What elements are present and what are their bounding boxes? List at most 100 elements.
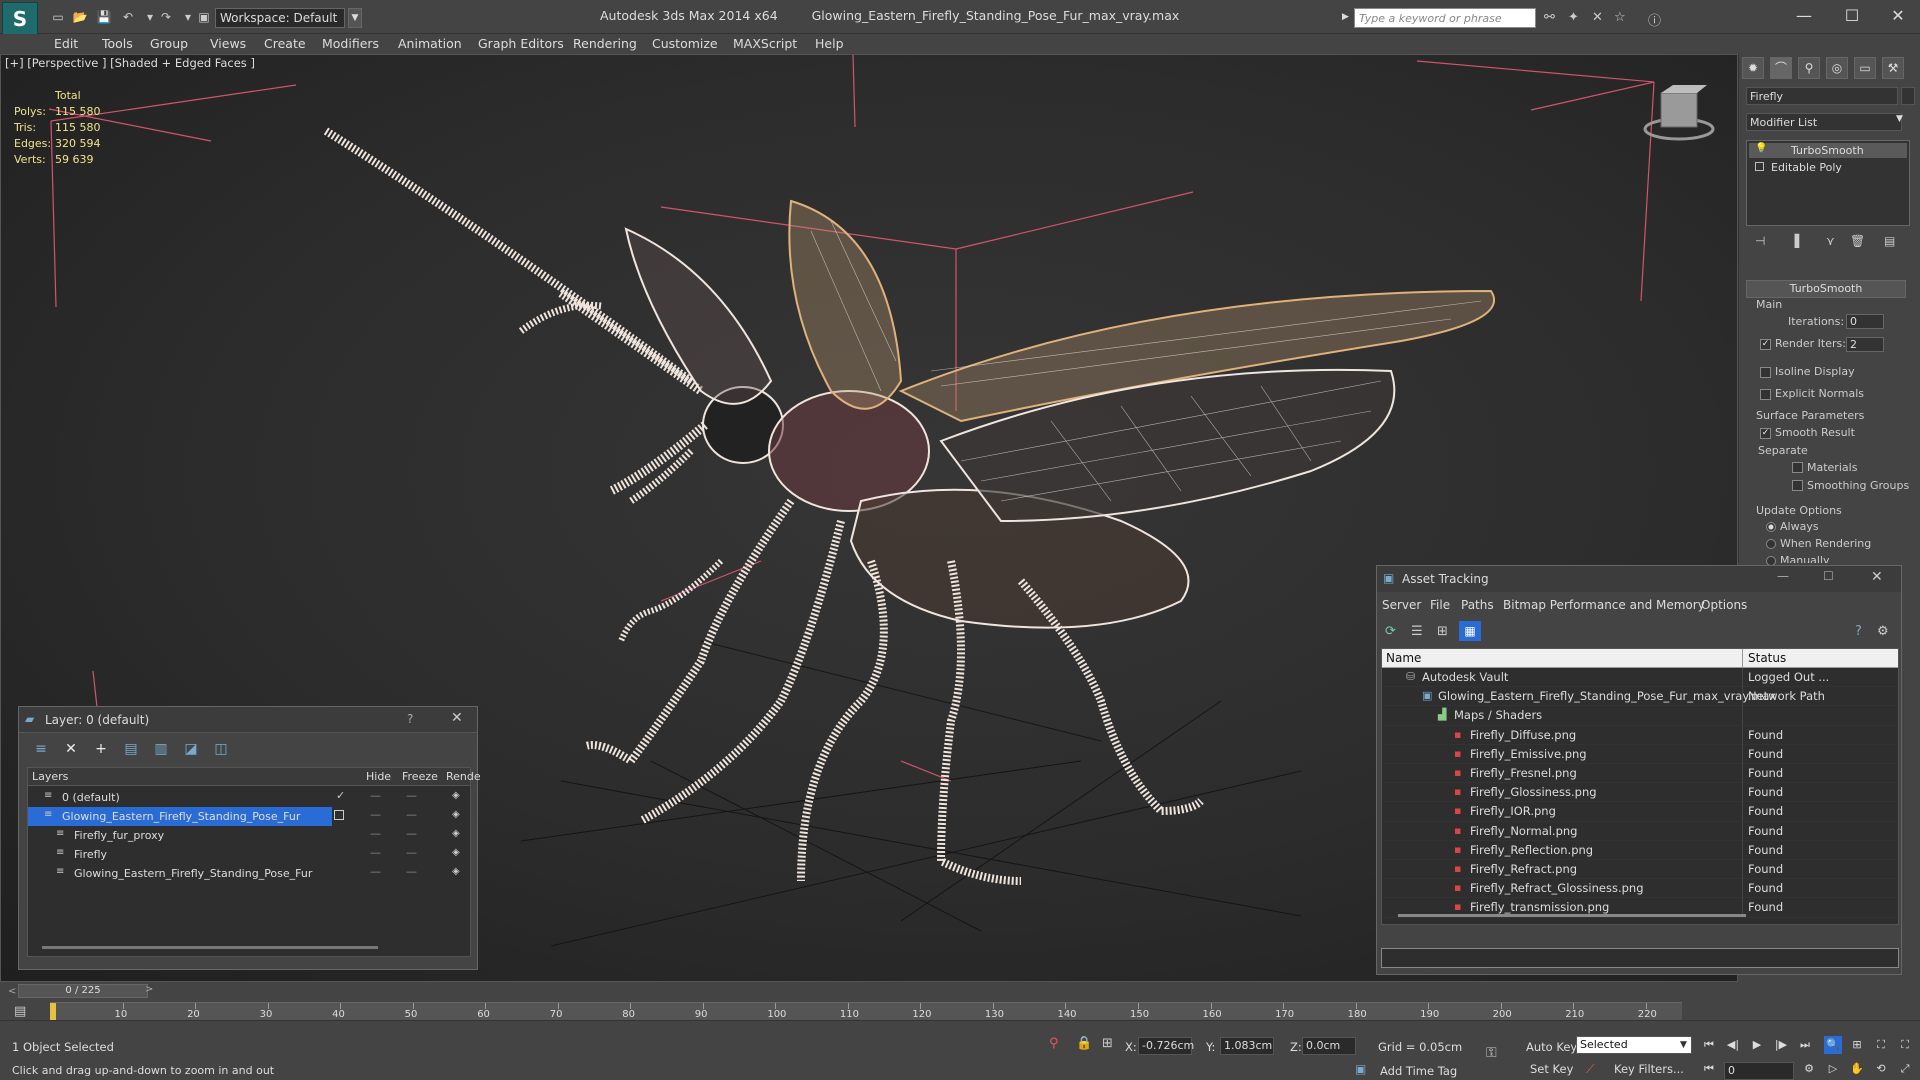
time-config-icon[interactable]: ⚙ xyxy=(1800,1060,1818,1078)
render-column-header[interactable]: Rende xyxy=(446,770,481,783)
layer-row[interactable]: ≡ Glowing_Eastern_Firefly_Standing_Pose_F… xyxy=(28,864,470,883)
asset-row[interactable]: ▪ Firefly_Diffuse.png Found xyxy=(1382,725,1898,745)
project-folder-icon[interactable]: ▣ xyxy=(196,10,212,24)
asset-row[interactable]: ▣ Glowing_Eastern_Firefly_Standing_Pose_F… xyxy=(1382,687,1898,707)
time-tag-icon[interactable]: ▣ xyxy=(1355,1062,1366,1076)
show-end-result-icon[interactable]: ▐ xyxy=(1790,234,1799,248)
binoculars-icon[interactable]: ⚯ xyxy=(1544,10,1555,25)
menu-create[interactable]: Create xyxy=(264,36,306,51)
table-view-icon[interactable]: ▦ xyxy=(1459,621,1481,641)
layer-row[interactable]: ≡ Firefly_fur_proxy — — ◈ xyxy=(28,826,470,845)
layer-close-icon[interactable]: ✕ xyxy=(451,710,463,726)
select-objects-icon[interactable]: ▤ xyxy=(121,739,141,759)
menu-graph-editors[interactable]: Graph Editors xyxy=(478,36,564,51)
asset-row[interactable]: ▪ Firefly_Fresnel.png Found xyxy=(1382,764,1898,784)
asset-name[interactable]: Firefly_Fresnel.png xyxy=(1470,766,1577,780)
freeze-toggle[interactable]: — xyxy=(406,865,417,878)
freeze-all-icon[interactable]: ◫ xyxy=(211,739,231,759)
auto-key-button[interactable]: Auto Key xyxy=(1526,1040,1577,1054)
asset-name[interactable]: Firefly_Reflection.png xyxy=(1470,843,1593,857)
hide-toggle[interactable]: — xyxy=(370,827,381,840)
add-time-tag[interactable]: Add Time Tag xyxy=(1380,1064,1457,1078)
absolute-mode-icon[interactable]: ⊞ xyxy=(1102,1036,1113,1051)
refresh-icon[interactable]: ⟳ xyxy=(1385,624,1396,639)
add-to-layer-icon[interactable]: + xyxy=(91,739,111,759)
asset-name[interactable]: Firefly_Glossiness.png xyxy=(1470,785,1597,799)
asset-menu-options[interactable]: Options xyxy=(1701,598,1747,612)
asset-name[interactable]: Firefly_transmission.png xyxy=(1470,900,1609,914)
asset-close-icon[interactable]: ✕ xyxy=(1871,569,1883,585)
asset-name[interactable]: Firefly_Refract.png xyxy=(1470,862,1577,876)
asset-row[interactable]: ⛁ Autodesk Vault Logged Out ... xyxy=(1382,668,1898,688)
new-file-icon[interactable]: ▭ xyxy=(50,10,66,24)
set-active-box-icon[interactable] xyxy=(334,810,344,820)
utilities-tab-icon[interactable]: ⚒ xyxy=(1882,57,1904,79)
hide-toggle[interactable]: — xyxy=(370,846,381,859)
asset-menu-file[interactable]: File xyxy=(1430,598,1450,612)
menu-rendering[interactable]: Rendering xyxy=(573,36,637,51)
previous-frame-icon[interactable]: ◀| xyxy=(1724,1036,1742,1054)
column-divider[interactable] xyxy=(1742,649,1743,668)
pan-icon[interactable]: ✋ xyxy=(1848,1060,1866,1078)
create-tab-icon[interactable]: ✹ xyxy=(1742,57,1764,79)
asset-maximize-icon[interactable]: ☐ xyxy=(1823,569,1834,583)
key-mode-toggle-icon[interactable]: ⏮ xyxy=(1700,1060,1718,1078)
menu-tools[interactable]: Tools xyxy=(102,36,133,51)
maximize-viewport-icon[interactable]: ⤢ xyxy=(1896,1060,1914,1078)
menu-customize[interactable]: Customize xyxy=(652,36,718,51)
view-cube[interactable] xyxy=(1643,85,1715,141)
favorites-star-icon[interactable]: ☆ xyxy=(1614,10,1626,25)
asset-name[interactable]: Firefly_Emissive.png xyxy=(1470,747,1587,761)
asset-name[interactable]: Firefly_IOR.png xyxy=(1470,804,1556,818)
maximize-icon[interactable]: ☐ xyxy=(1832,4,1872,28)
smoothing-groups-checkbox[interactable] xyxy=(1792,480,1803,491)
search-expand-icon[interactable]: ▶ xyxy=(1342,12,1349,22)
current-frame-marker[interactable] xyxy=(50,1003,56,1021)
asset-menu-bitmap[interactable]: Bitmap Performance and Memory xyxy=(1503,598,1705,612)
communication-icon[interactable]: ✕ xyxy=(1592,10,1603,25)
asset-menu-server[interactable]: Server xyxy=(1382,598,1421,612)
layer-help-icon[interactable]: ? xyxy=(407,712,413,726)
layer-row[interactable]: ≡ Glowing_Eastern_Firefly_Standing_Pose_F… xyxy=(28,807,460,826)
asset-row[interactable]: ▪ Firefly_Refract_Glossiness.png Found xyxy=(1382,879,1898,899)
layer-name[interactable]: 0 (default) xyxy=(62,791,120,804)
configure-sets-icon[interactable]: ▤ xyxy=(1884,234,1895,248)
zoom-all-icon[interactable]: ⊞ xyxy=(1848,1036,1866,1054)
object-name-field[interactable]: Firefly xyxy=(1746,87,1898,105)
next-frame-icon[interactable]: |▶ xyxy=(1772,1036,1790,1054)
freeze-toggle[interactable]: — xyxy=(406,789,417,802)
minimize-icon[interactable]: — xyxy=(1784,4,1824,28)
asset-settings-icon[interactable]: ⚙ xyxy=(1877,624,1889,639)
set-key-icon[interactable]: ⚿ xyxy=(1486,1045,1497,1061)
track-bar[interactable]: 10 20 30 40 50 60 70 80 90 100 110 120 130 140 150 160 1… xyxy=(50,1002,1682,1021)
make-unique-icon[interactable]: ⋎ xyxy=(1826,234,1835,248)
selection-lock-icon[interactable]: 🔒 xyxy=(1076,1036,1092,1051)
z-coord-field[interactable]: 0.0cm xyxy=(1302,1037,1356,1055)
modifier-list-dropdown[interactable]: Modifier List xyxy=(1746,113,1902,131)
layer-name[interactable]: Glowing_Eastern_Firefly_Standing_Pose_Fu… xyxy=(62,810,300,823)
current-frame-field[interactable]: 0 xyxy=(1724,1062,1794,1080)
render-toggle-icon[interactable]: ◈ xyxy=(452,809,460,820)
layer-window-titlebar[interactable]: ▰ Layer: 0 (default) ? ✕ xyxy=(19,707,477,733)
asset-horizontal-scrollbar[interactable] xyxy=(1398,914,1746,917)
key-filters-button[interactable]: Key Filters... xyxy=(1614,1062,1684,1076)
isolate-selection-icon[interactable]: ⚲ xyxy=(1049,1036,1059,1051)
subscription-icon[interactable]: ✦ xyxy=(1568,10,1579,25)
go-to-start-icon[interactable]: ⏮ xyxy=(1700,1036,1718,1054)
save-icon[interactable]: 💾 xyxy=(96,10,112,24)
asset-name[interactable]: Autodesk Vault xyxy=(1422,670,1508,684)
menu-help[interactable]: Help xyxy=(815,36,844,51)
layer-row[interactable]: ≡ 0 (default) ✓ — — ◈ xyxy=(28,788,470,807)
key-mode-icon[interactable]: ⟋ xyxy=(1586,1062,1594,1077)
viewport-label[interactable]: [+] [Perspective ] [Shaded + Edged Faces… xyxy=(5,56,255,70)
isoline-display-checkbox[interactable] xyxy=(1760,367,1771,378)
render-toggle-icon[interactable]: ◈ xyxy=(452,828,460,839)
asset-row[interactable]: ▪ Firefly_Emissive.png Found xyxy=(1382,744,1898,764)
y-coord-field[interactable]: 1.083cm xyxy=(1220,1037,1274,1055)
layer-row[interactable]: ≡ Firefly — — ◈ xyxy=(28,845,470,864)
lightbulb-icon[interactable]: 💡 xyxy=(1755,143,1767,154)
freeze-toggle[interactable]: — xyxy=(406,846,417,859)
menu-views[interactable]: Views xyxy=(210,36,246,51)
open-file-icon[interactable]: 📂 xyxy=(72,10,88,24)
time-slider-prev-icon[interactable]: < xyxy=(8,986,16,997)
